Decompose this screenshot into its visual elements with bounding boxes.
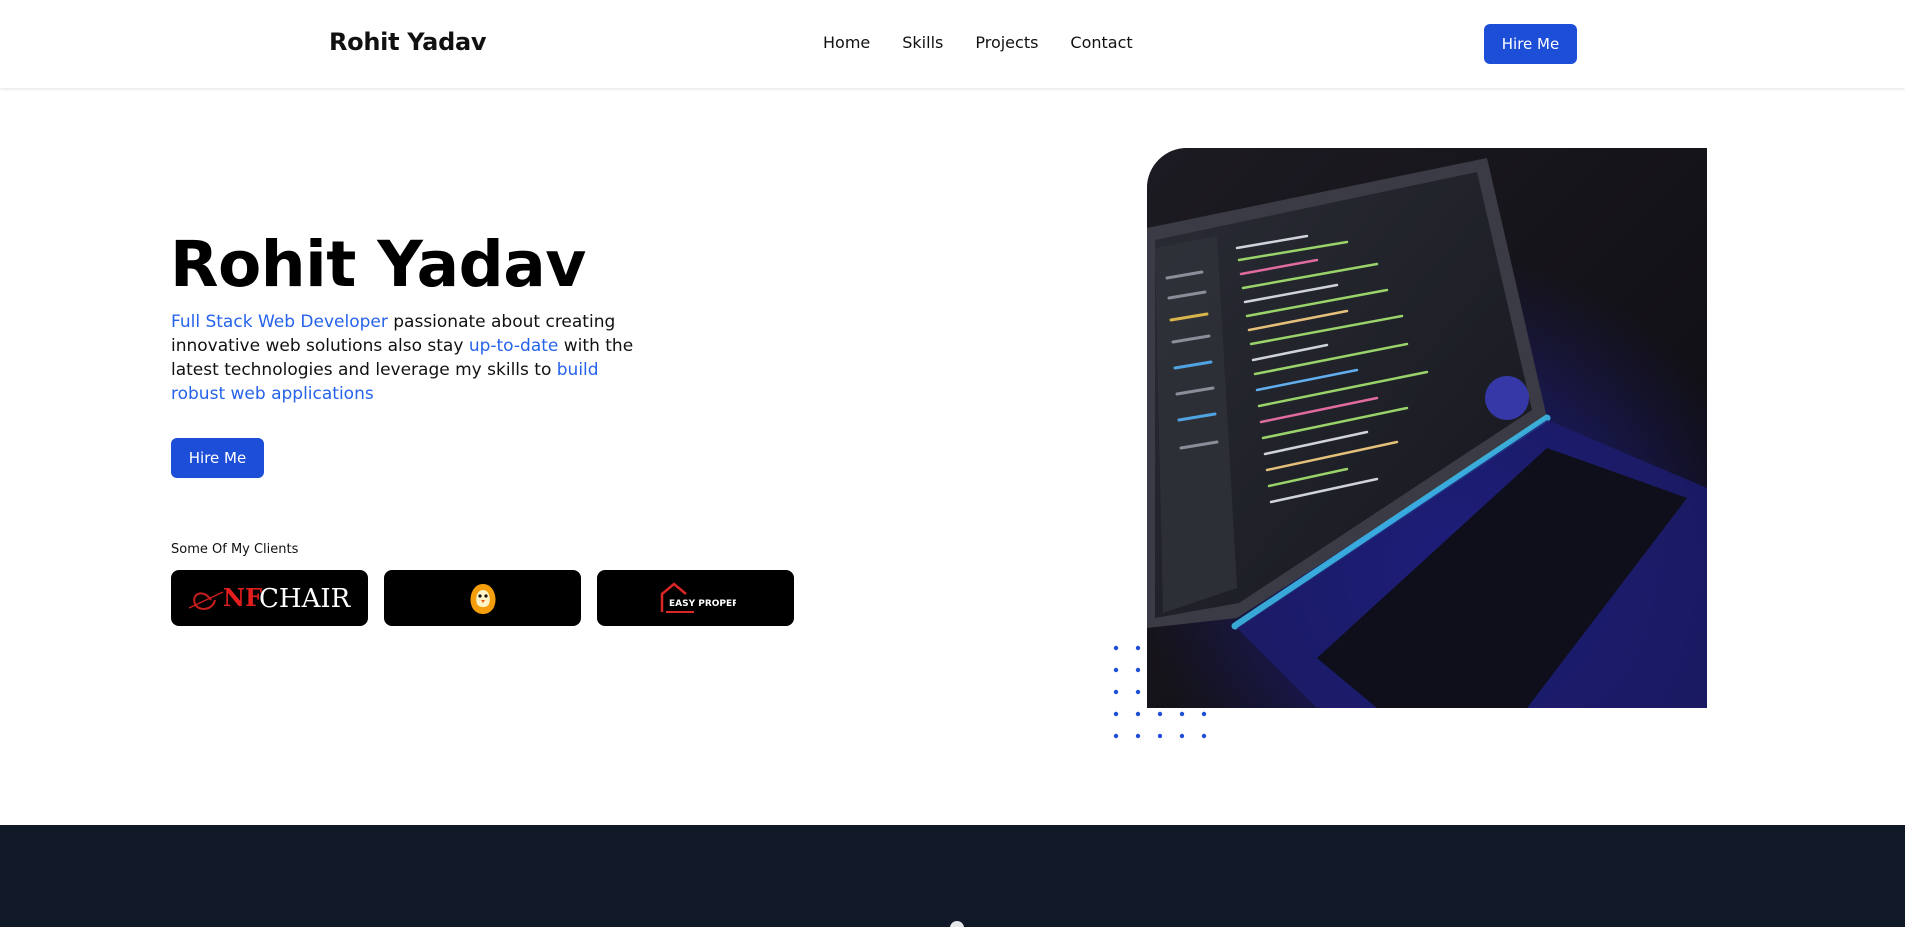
top-navbar: Rohit Yadav Home Skills Projects Contact… (0, 0, 1905, 88)
section-indicator-dot (950, 921, 964, 927)
hero-title: Rohit Yadav (170, 228, 586, 301)
hero-description: Full Stack Web Developer passionate abou… (171, 310, 651, 406)
main-nav: Home Skills Projects Contact (823, 33, 1165, 52)
brand-name[interactable]: Rohit Yadav (329, 28, 487, 56)
svg-text:NF: NF (223, 583, 262, 612)
easy-properti-logo-icon: EASY PROPERTI (660, 582, 736, 613)
highlight-role: Full Stack Web Developer (171, 312, 388, 332)
svg-text:CHAIR: CHAIR (259, 584, 352, 614)
client-logo-penguin[interactable] (384, 570, 581, 626)
nav-link-home[interactable]: Home (823, 33, 870, 52)
nav-link-contact[interactable]: Contact (1070, 33, 1132, 52)
laptop-code-illustration (1147, 148, 1707, 708)
svg-text:EASY PROPERTI: EASY PROPERTI (669, 599, 736, 609)
clients-list: NF CHAIR EASY PROPERTI (171, 570, 810, 626)
penguin-logo-icon (470, 584, 495, 614)
nav-link-skills[interactable]: Skills (902, 33, 943, 52)
highlight-up-to-date: up-to-date (468, 336, 559, 356)
header-hire-me-button[interactable]: Hire Me (1484, 24, 1577, 64)
nfchair-logo-icon: NF CHAIR (188, 583, 352, 614)
clients-label: Some Of My Clients (171, 542, 299, 557)
nav-link-projects[interactable]: Projects (975, 33, 1038, 52)
hero-laptop-image (1147, 148, 1707, 708)
next-section-dark-band (0, 825, 1905, 927)
decorative-dot-grid (1113, 645, 1207, 739)
client-logo-nfchair[interactable]: NF CHAIR (171, 570, 368, 626)
hero-hire-me-button[interactable]: Hire Me (171, 438, 264, 478)
client-logo-easy-properti[interactable]: EASY PROPERTI (597, 570, 794, 626)
